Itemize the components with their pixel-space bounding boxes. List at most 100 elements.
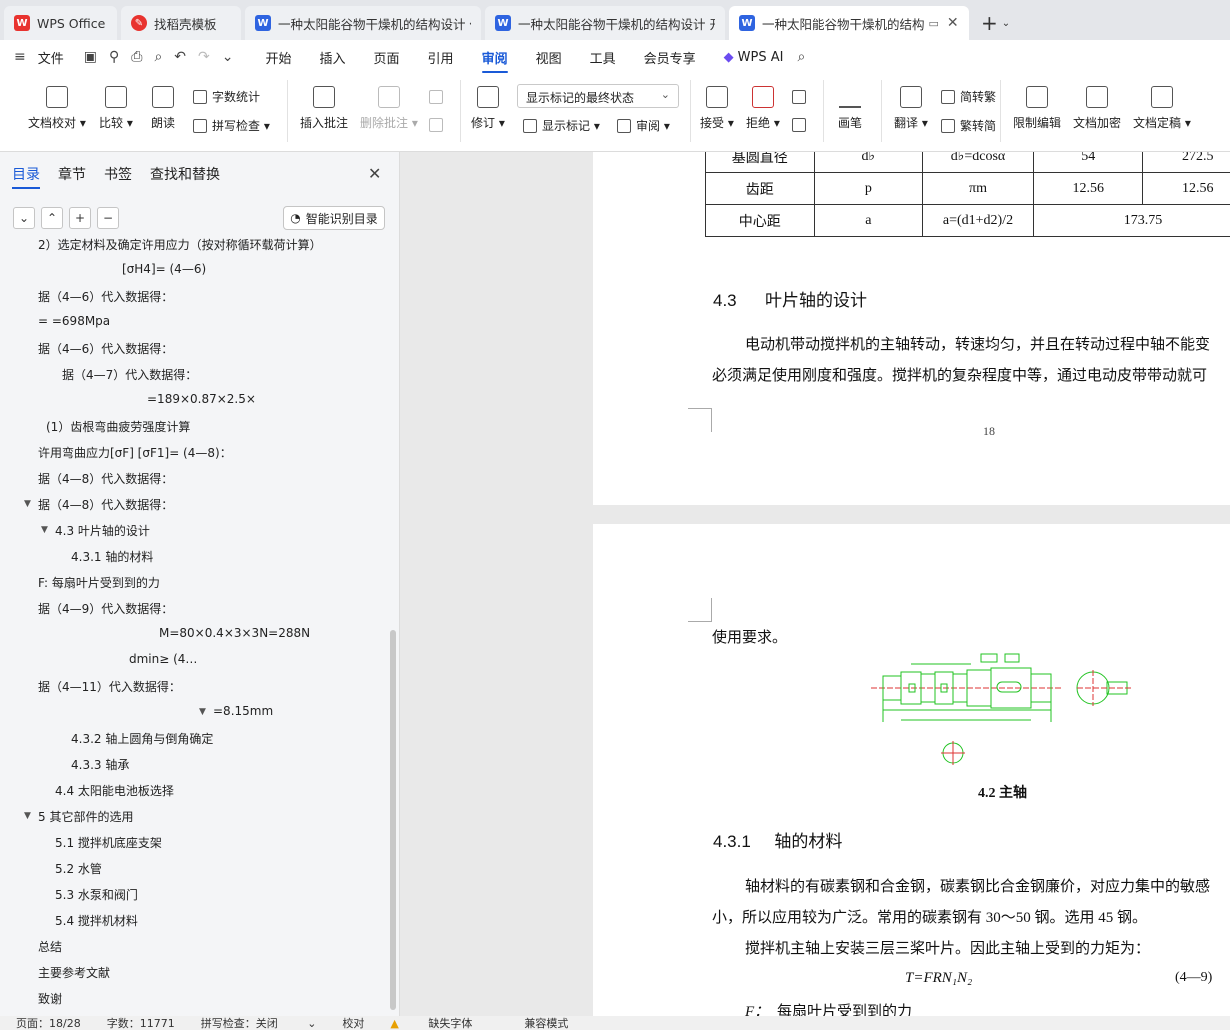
reject-button[interactable]: 拒绝 ▾ xyxy=(746,86,780,131)
toc-item[interactable]: 4.3 叶片轴的设计 xyxy=(55,522,150,542)
doc-check-button[interactable]: 文档校对 ▾ xyxy=(28,86,86,131)
redo-icon[interactable]: ↷ xyxy=(198,49,210,65)
toc-collapse-arrow-icon[interactable]: ▼ xyxy=(199,707,206,717)
to-traditional-button[interactable]: 简转繁 xyxy=(941,88,996,105)
menu-view[interactable]: 视图 xyxy=(536,40,562,75)
toc-item[interactable]: 据（4—6）代入数据得： xyxy=(38,288,173,308)
toc-item[interactable]: 许用弯曲应力[σF] [σF1]= (4—8)： xyxy=(38,444,232,464)
toc-item[interactable]: = =698Mpa xyxy=(38,314,110,334)
prev-change-button[interactable] xyxy=(792,90,811,104)
insert-comment-button[interactable]: 插入批注 xyxy=(300,86,348,131)
search-icon[interactable]: ⌕ xyxy=(797,49,805,65)
review-pane-button[interactable]: 审阅 ▾ xyxy=(617,117,670,134)
toc-item[interactable]: 5.2 水管 xyxy=(55,860,102,880)
toc-item[interactable]: 5.1 搅拌机底座支架 xyxy=(55,834,162,854)
print-preview-icon[interactable]: ⌕ xyxy=(154,49,162,65)
menu-start[interactable]: 开始 xyxy=(266,40,292,75)
to-simplified-button[interactable]: 繁转简 xyxy=(941,117,996,134)
toc-item[interactable]: (1）齿根弯曲疲劳强度计算 xyxy=(46,418,190,438)
translate-button[interactable]: 翻译 ▾ xyxy=(894,86,928,131)
tab-wps-office[interactable]: W WPS Office xyxy=(4,6,117,40)
tab-docer[interactable]: ✎ 找稻壳模板 xyxy=(121,6,241,40)
next-comment-button[interactable] xyxy=(429,118,448,132)
link-icon[interactable]: ⚲ xyxy=(109,49,119,65)
toc-item[interactable]: 总结 xyxy=(38,938,62,958)
undo-icon[interactable]: ↶ xyxy=(174,49,186,65)
spell-check-indicator[interactable]: 拼写检查：关闭 ⌄ xyxy=(201,1016,317,1030)
expand-down-button[interactable]: ⌄ xyxy=(13,207,35,229)
toc-item[interactable]: dmin≥ (4… xyxy=(129,652,197,672)
word-count-button[interactable]: 字数统计 xyxy=(193,88,260,105)
spell-check-button[interactable]: 拼写检查 ▾ xyxy=(193,117,270,134)
toc-item[interactable]: 4.4 太阳能电池板选择 xyxy=(55,782,174,802)
collapse-up-button[interactable]: ⌃ xyxy=(41,207,63,229)
save-icon[interactable]: ▣ xyxy=(84,49,97,65)
page-indicator[interactable]: 页面：18/28 xyxy=(16,1016,81,1030)
toc-item[interactable]: =189×0.87×2.5× xyxy=(147,392,256,412)
toc-item[interactable]: 据（4—9）代入数据得： xyxy=(38,600,173,620)
toc-item[interactable]: 5 其它部件的选用 xyxy=(38,808,133,828)
toc-collapse-arrow-icon[interactable]: ▼ xyxy=(41,525,48,535)
close-pane-icon[interactable]: ✕ xyxy=(368,164,381,183)
toc-collapse-arrow-icon[interactable]: ▼ xyxy=(24,811,31,821)
close-icon[interactable]: ✕ xyxy=(947,15,959,31)
chevron-down-icon[interactable]: ⌄ xyxy=(222,49,234,65)
tab-chapters[interactable]: 章节 xyxy=(58,164,86,184)
menu-member[interactable]: 会员专享 xyxy=(644,40,696,75)
toc-item[interactable]: 4.3.1 轴的材料 xyxy=(71,548,153,568)
next-change-button[interactable] xyxy=(792,118,811,132)
restrict-editing-button[interactable]: 限制编辑 xyxy=(1013,86,1061,131)
tab-toc[interactable]: 目录 xyxy=(12,164,40,189)
smart-toc-button[interactable]: ◔ 智能识别目录 xyxy=(283,206,385,230)
tab-bookmarks[interactable]: 书签 xyxy=(104,164,132,184)
show-markup-button[interactable]: 显示标记 ▾ xyxy=(523,117,600,134)
toc-item[interactable]: 2）选定材料及确定许用应力（按对称循环载荷计算） xyxy=(38,236,322,256)
menu-tools[interactable]: 工具 xyxy=(590,40,616,75)
toc-item[interactable]: 5.4 搅拌机材料 xyxy=(55,912,138,932)
tab-find-replace[interactable]: 查找和替换 xyxy=(150,164,220,184)
word-count-indicator[interactable]: 字数：11771 xyxy=(107,1016,175,1030)
menu-review[interactable]: 审阅 xyxy=(481,40,508,75)
toc-item[interactable]: 据（4—8）代入数据得： xyxy=(38,496,173,516)
toc-item[interactable]: 据（4—11）代入数据得： xyxy=(38,678,181,698)
tab-doc-1[interactable]: W 一种太阳能谷物干燥机的结构设计 任 xyxy=(245,6,481,40)
menu-insert[interactable]: 插入 xyxy=(320,40,346,75)
markup-state-select[interactable]: 显示标记的最终状态 ⌄ xyxy=(517,84,679,108)
toc-item[interactable]: M=80×0.4×3×3N=288N xyxy=(159,626,310,646)
toc-item[interactable]: 4.3.3 轴承 xyxy=(71,756,129,776)
toc-item[interactable]: =8.15mm xyxy=(213,704,273,724)
menu-reference[interactable]: 引用 xyxy=(428,40,454,75)
finalize-document-button[interactable]: 文档定稿 ▾ xyxy=(1133,86,1191,131)
delete-comment-button[interactable]: 删除批注 ▾ xyxy=(360,86,418,131)
prev-comment-button[interactable] xyxy=(429,90,448,104)
toc-item[interactable]: 据（4—8）代入数据得： xyxy=(38,470,173,490)
tab-doc-2[interactable]: W 一种太阳能谷物干燥机的结构设计 开 xyxy=(485,6,725,40)
toc-item[interactable]: 据（4—6）代入数据得： xyxy=(38,340,173,360)
menu-wps-ai[interactable]: WPS AI xyxy=(738,42,784,73)
toc-item[interactable]: 主要参考文献 xyxy=(38,964,110,984)
encrypt-document-button[interactable]: 文档加密 xyxy=(1073,86,1121,131)
toc-item[interactable]: 致谢 xyxy=(38,990,62,1010)
missing-font-indicator[interactable]: ▲ 缺失字体 xyxy=(390,1016,498,1030)
compare-button[interactable]: 比较 ▾ xyxy=(99,86,133,131)
menu-page[interactable]: 页面 xyxy=(374,40,400,75)
read-aloud-button[interactable]: 朗读 xyxy=(151,86,175,131)
track-changes-button[interactable]: 修订 ▾ xyxy=(471,86,505,131)
add-heading-button[interactable]: + xyxy=(69,207,91,229)
new-tab-button[interactable]: + ⌄ xyxy=(973,6,1018,40)
toc-item[interactable]: 据（4—7）代入数据得： xyxy=(62,366,197,386)
toc-item[interactable]: [σH4]= (4—6) xyxy=(122,262,206,282)
proofread-indicator[interactable]: 校对 xyxy=(342,1016,364,1030)
remove-heading-button[interactable]: − xyxy=(97,207,119,229)
hamburger-menu-icon[interactable]: ≡ xyxy=(14,49,26,65)
toc-item[interactable]: 5.3 水泵和阀门 xyxy=(55,886,138,906)
accept-button[interactable]: 接受 ▾ xyxy=(700,86,734,131)
toc-item[interactable]: F: 每扇叶片受到到的力 xyxy=(38,574,160,594)
tab-doc-3-active[interactable]: W 一种太阳能谷物干燥机的结构 ▭ ✕ xyxy=(729,6,969,40)
print-icon[interactable]: ⎙ xyxy=(131,49,142,65)
toc-collapse-arrow-icon[interactable]: ▼ xyxy=(24,499,31,509)
menu-file[interactable]: 文件 xyxy=(38,40,64,75)
pen-button[interactable]: 画笔 xyxy=(838,86,862,131)
toc-item[interactable]: 4.3.2 轴上圆角与倒角确定 xyxy=(71,730,213,750)
toc-scrollbar[interactable] xyxy=(390,630,396,1010)
